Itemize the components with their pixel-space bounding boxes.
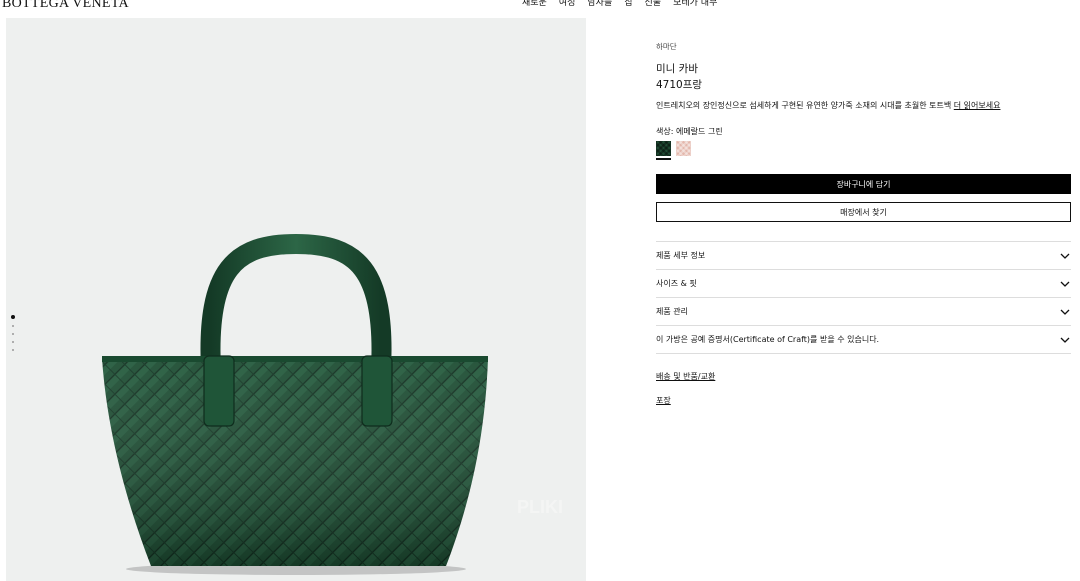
chevron-down-icon (1060, 253, 1070, 259)
product-accordion: 제품 세부 정보 사이즈 & 핏 제품 관리 이 가방은 공예 증명서(Cert… (656, 241, 1071, 354)
color-swatches (656, 141, 691, 156)
product-description: 인트레치오의 장인정신으로 섬세하게 구현된 유연한 양가죽 소재의 시대를 초… (656, 100, 1000, 111)
find-in-store-button[interactable]: 매장에서 찾기 (656, 202, 1071, 222)
color-swatch-pink[interactable] (676, 141, 691, 156)
product-image-gallery[interactable]: PLIKI (6, 18, 586, 581)
product-title: 미니 카바 (656, 63, 698, 75)
accordion-product-care[interactable]: 제품 관리 (656, 298, 1071, 326)
chevron-down-icon (1060, 337, 1070, 343)
gallery-pagination (11, 315, 15, 351)
nav-item-new[interactable]: 새로운 (522, 0, 547, 11)
color-label: 색상: 에메랄드 그린 (656, 127, 723, 136)
gallery-dot[interactable] (11, 315, 15, 319)
read-more-link[interactable]: 더 읽어보세요 (954, 101, 1001, 110)
accordion-label: 제품 세부 정보 (656, 251, 706, 260)
gallery-dot[interactable] (12, 349, 14, 351)
breadcrumb[interactable]: 하마단 (656, 41, 677, 52)
product-image: PLIKI (102, 233, 563, 575)
accordion-product-details[interactable]: 제품 세부 정보 (656, 242, 1071, 270)
product-price: 4710프랑 (656, 79, 703, 91)
description-text: 인트레치오의 장인정신으로 섬세하게 구현된 유연한 양가죽 소재의 시대를 초… (656, 101, 952, 110)
chevron-down-icon (1060, 281, 1070, 287)
add-to-cart-button[interactable]: 장바구니에 담기 (656, 174, 1071, 194)
selected-swatch-indicator (656, 158, 671, 160)
brand-logo[interactable]: BOTTEGA VENETA (2, 0, 129, 13)
packaging-link[interactable]: 포장 (656, 395, 671, 406)
watermark-text: PLIKI (517, 497, 563, 517)
nav-item-gifts[interactable]: 선물 (645, 0, 662, 11)
accordion-label: 사이즈 & 핏 (656, 279, 697, 288)
color-swatch-emerald-green[interactable] (656, 141, 671, 156)
nav-item-home[interactable]: 집 (624, 0, 632, 11)
top-navigation: 새로운 여성 남자들 집 선물 보테가 내부 (522, 0, 717, 11)
accordion-size-fit[interactable]: 사이즈 & 핏 (656, 270, 1071, 298)
accordion-certificate-of-craft[interactable]: 이 가방은 공예 증명서(Certificate of Craft)를 받을 수… (656, 326, 1071, 354)
nav-item-inside-bottega[interactable]: 보테가 내부 (673, 0, 717, 11)
gallery-dot[interactable] (12, 341, 14, 343)
gallery-dot[interactable] (12, 333, 14, 335)
accordion-label: 제품 관리 (656, 307, 688, 316)
nav-item-women[interactable]: 여성 (559, 0, 576, 11)
chevron-down-icon (1060, 309, 1070, 315)
nav-item-men[interactable]: 남자들 (587, 0, 612, 11)
accordion-label: 이 가방은 공예 증명서(Certificate of Craft)를 받을 수… (656, 335, 880, 344)
gallery-dot[interactable] (12, 325, 14, 327)
shipping-returns-link[interactable]: 배송 및 반품/교환 (656, 371, 715, 382)
